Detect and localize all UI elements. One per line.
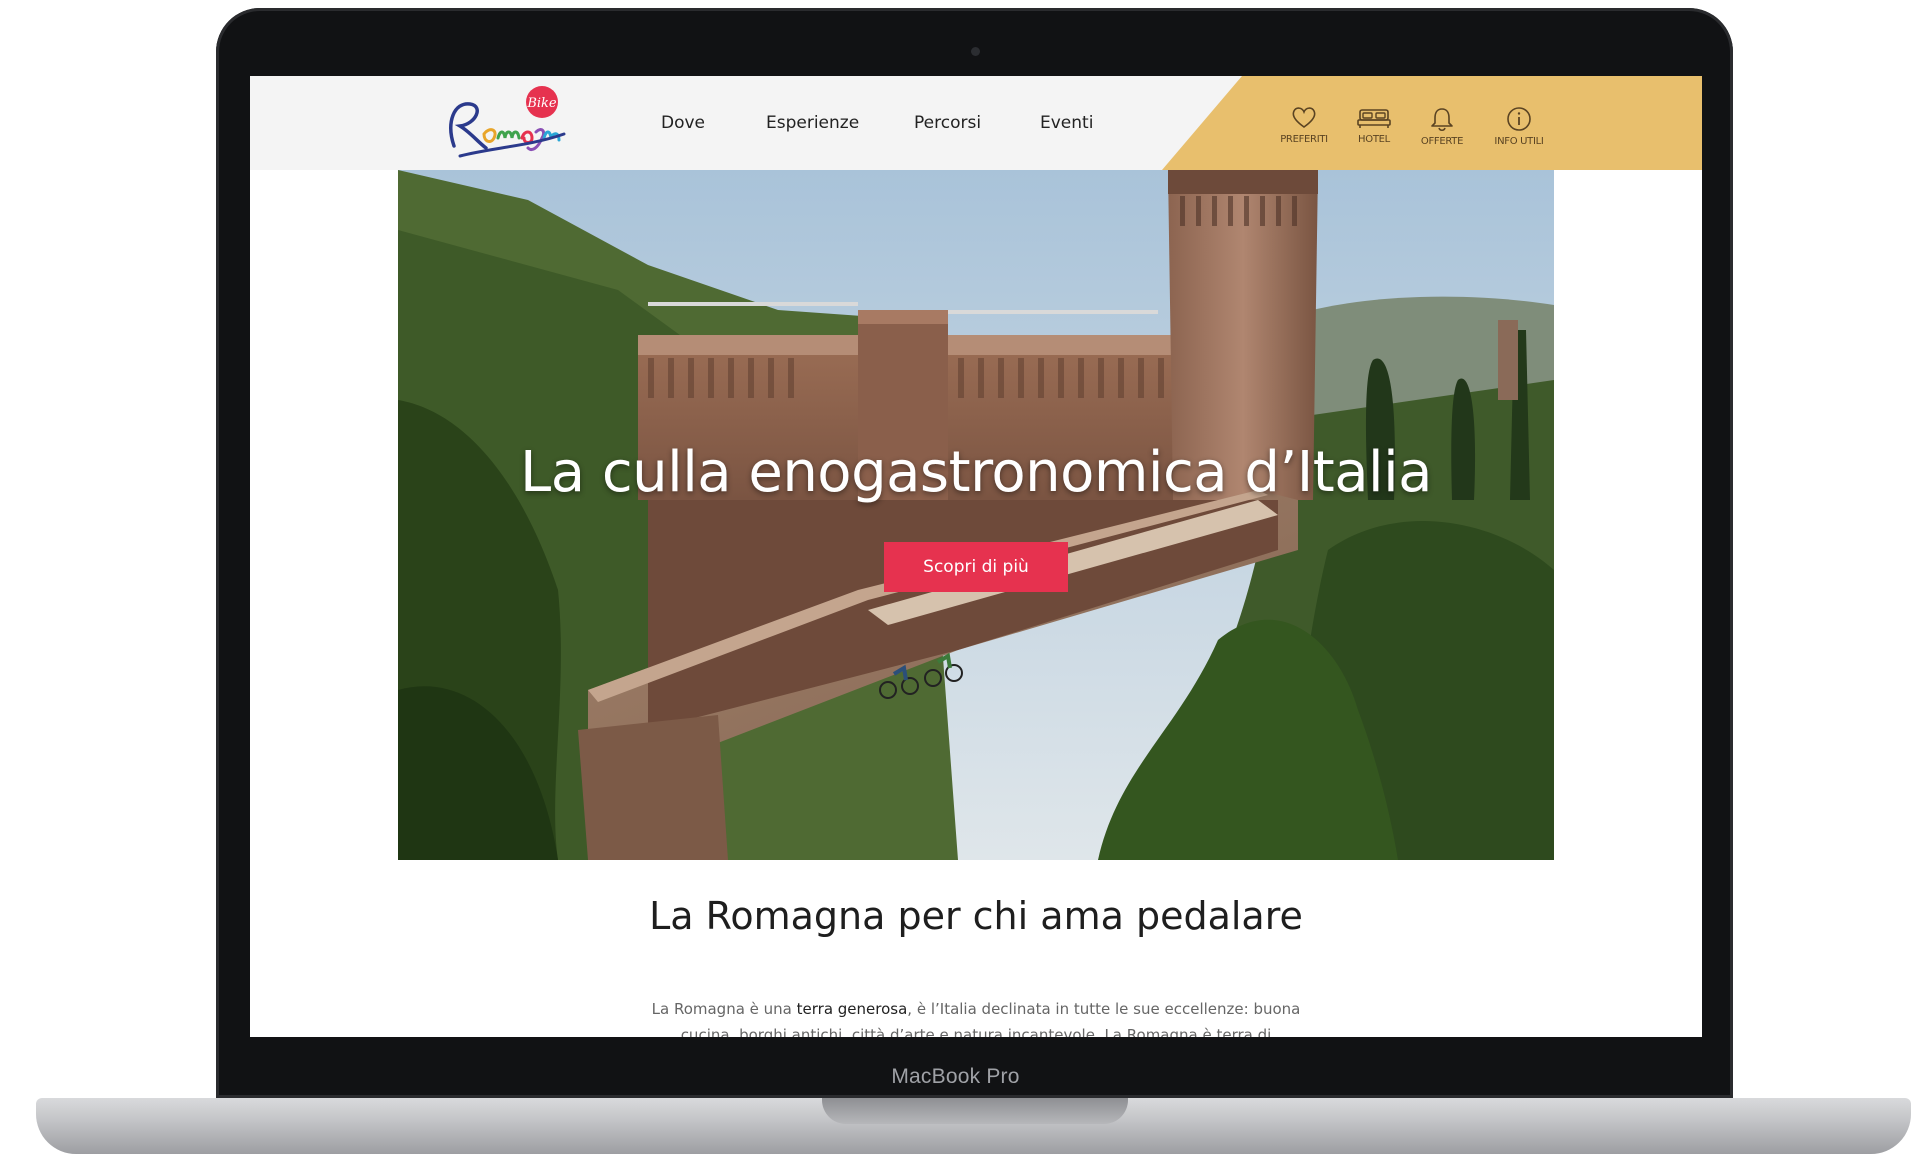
intro-text-bold: terra generosa bbox=[796, 1000, 908, 1018]
nav-esperienze[interactable]: Esperienze bbox=[766, 76, 859, 170]
info-icon bbox=[1507, 107, 1531, 131]
site-header: Bike Dove Esperienze Percorsi Eventi PRE… bbox=[250, 76, 1702, 170]
scopri-di-piu-button[interactable]: Scopri di più bbox=[884, 542, 1068, 592]
nav-eventi[interactable]: Eventi bbox=[1040, 76, 1093, 170]
util-preferiti-label: PREFERITI bbox=[1280, 134, 1328, 145]
intro-paragraph: La Romagna è una terra generosa, è l’Ita… bbox=[640, 996, 1312, 1037]
svg-text:Bike: Bike bbox=[526, 96, 557, 111]
nav-dove[interactable]: Dove bbox=[661, 76, 705, 170]
hero-image bbox=[398, 170, 1554, 860]
nav-percorsi[interactable]: Percorsi bbox=[914, 76, 981, 170]
util-offerte-label: OFFERTE bbox=[1420, 136, 1464, 147]
intro-text-start: La Romagna è una bbox=[651, 1000, 797, 1018]
hero-banner: La culla enogastronomica d’Italia Scopri… bbox=[398, 170, 1554, 860]
browser-viewport: Bike Dove Esperienze Percorsi Eventi PRE… bbox=[250, 76, 1702, 1037]
bell-icon bbox=[1431, 108, 1453, 132]
romagna-bike-logo-icon: Bike bbox=[449, 86, 566, 158]
utility-bar: PREFERITI HOTEL OFFERTE INFO UTILI bbox=[1162, 76, 1702, 170]
site-logo[interactable]: Bike bbox=[440, 82, 570, 166]
util-preferiti[interactable]: PREFERITI bbox=[1264, 106, 1344, 145]
camera-icon bbox=[971, 47, 980, 56]
heart-icon bbox=[1292, 107, 1316, 128]
util-info-label: INFO UTILI bbox=[1494, 136, 1544, 147]
device-label: MacBook Pro bbox=[891, 1065, 1020, 1088]
hero-title: La culla enogastronomica d’Italia bbox=[520, 440, 1432, 505]
bed-icon bbox=[1357, 109, 1391, 128]
util-info[interactable]: INFO UTILI bbox=[1479, 106, 1559, 147]
laptop-base-notch bbox=[822, 1098, 1128, 1124]
section-title: La Romagna per chi ama pedalare bbox=[649, 894, 1303, 938]
util-offerte[interactable]: OFFERTE bbox=[1402, 106, 1482, 147]
